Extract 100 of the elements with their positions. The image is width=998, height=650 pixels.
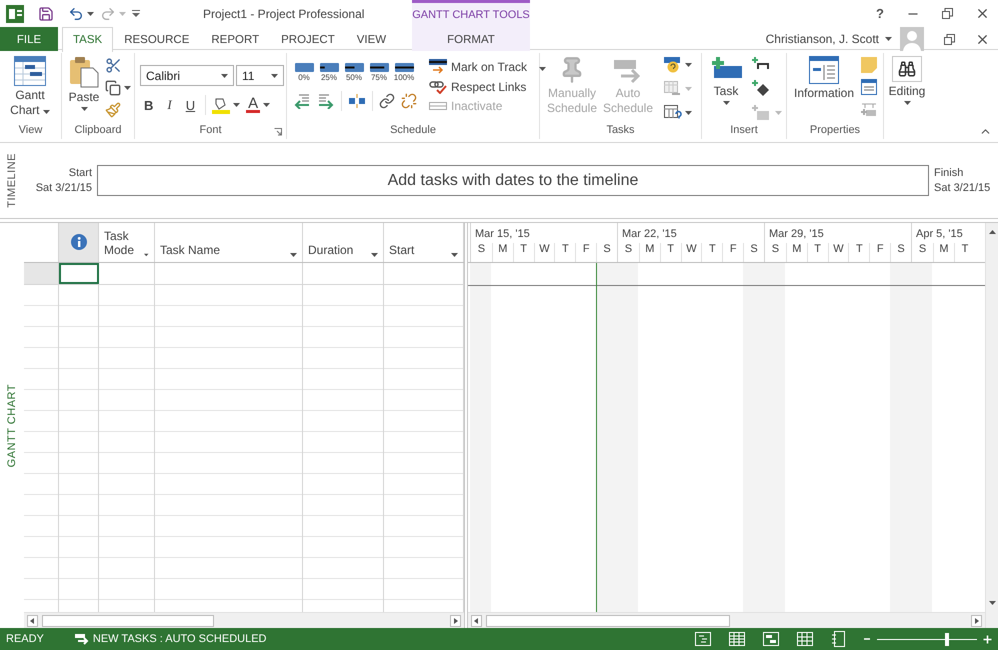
undo-button[interactable] [68, 6, 94, 22]
gantt-chart-label: GANTT CHART [6, 384, 18, 468]
day-label: T [512, 243, 534, 262]
caret-icon [119, 12, 126, 16]
start-date: Sat 3/21/15 [36, 182, 92, 194]
day-label: S [476, 243, 486, 257]
font-size-field[interactable]: 11 [236, 65, 284, 86]
account-name[interactable]: Christianson, J. Scott [766, 32, 892, 46]
week-label: Apr 5, '15 [915, 227, 964, 242]
respect-links-button[interactable]: Respect Links [427, 80, 528, 94]
task-calendar-button[interactable] [664, 105, 692, 121]
column-header[interactable] [59, 223, 99, 262]
scroll-left-button[interactable] [471, 614, 482, 626]
timeline-bar: Add tasks with dates to the timeline [97, 165, 929, 196]
clipboard-icon [69, 56, 99, 88]
calendar-arrow-icon [664, 81, 682, 97]
inactive-bar-icon [429, 101, 447, 111]
dialog-launcher-icon[interactable] [274, 128, 282, 136]
restore-icon[interactable] [942, 8, 953, 19]
day-label: T [701, 243, 722, 262]
bold-button[interactable]: B [140, 98, 158, 112]
scissors-icon[interactable] [105, 57, 122, 74]
scrollbar-thumb[interactable] [42, 614, 214, 626]
day-label: F [869, 243, 890, 262]
ribbon-tab[interactable]: REPORT [200, 27, 270, 51]
task-bar-icon [294, 63, 314, 72]
information-button[interactable]: Information [791, 53, 857, 101]
box-icon [752, 105, 772, 121]
italic-button[interactable]: I [163, 97, 176, 113]
app-logo-icon[interactable] [6, 4, 24, 22]
insert-task-button[interactable]: Task [706, 53, 746, 105]
zoom-thumb[interactable] [945, 632, 949, 646]
caret-icon [685, 87, 692, 91]
zoom-in-icon[interactable] [983, 634, 992, 644]
caret-icon [290, 253, 297, 257]
task-bar-icon [370, 63, 388, 72]
day-label: S [890, 243, 911, 262]
paste-button[interactable]: Paste [65, 53, 103, 111]
table-view-icon[interactable] [729, 632, 745, 646]
ribbon-tab[interactable]: FORMAT [412, 27, 530, 51]
percent-complete-button[interactable]: 75% [368, 63, 390, 82]
scroll-right-button[interactable] [971, 614, 982, 626]
team-planner-icon[interactable] [763, 632, 779, 646]
week-label: Mar 15, '15 [474, 227, 531, 242]
binoculars-icon [898, 60, 916, 78]
caret-icon [80, 107, 88, 111]
percent-complete-button[interactable]: 25% [318, 63, 340, 82]
ribbon-tab[interactable]: FILE [0, 27, 58, 51]
save-icon[interactable] [38, 6, 54, 22]
link-icon[interactable] [379, 93, 395, 109]
gantt-view-icon[interactable] [695, 632, 711, 646]
undo-icon [68, 6, 84, 22]
group-label: Properties [810, 124, 860, 138]
day-label: F [575, 243, 596, 262]
percent-complete-button[interactable]: 50% [343, 63, 365, 82]
ribbon-tab[interactable]: RESOURCE [113, 27, 200, 51]
ribbon-tab[interactable]: PROJECT [270, 27, 346, 51]
details-icon[interactable] [861, 79, 877, 95]
task-bar-icon [320, 63, 338, 72]
format-painter-icon[interactable] [105, 102, 121, 118]
selected-cell[interactable] [59, 263, 99, 284]
scroll-left-button[interactable] [27, 614, 38, 626]
task-question-icon [664, 57, 682, 73]
split-task-icon[interactable] [348, 94, 366, 108]
scrollbar-thumb[interactable] [486, 614, 730, 626]
underline-button[interactable]: U [182, 98, 200, 112]
summary-task-icon[interactable] [752, 57, 770, 71]
status-text: NEW TASKS : AUTO SCHEDULED [92, 633, 266, 645]
outdent-icon[interactable] [293, 93, 311, 109]
unlink-icon[interactable] [401, 93, 417, 109]
gantt-chart-button[interactable]: Gantt Chart [4, 53, 56, 118]
start-label: Start [68, 167, 92, 179]
font-color-button[interactable]: A [246, 97, 270, 113]
mark-on-track-button[interactable]: Mark on Track [427, 59, 548, 75]
percent-complete-button[interactable]: 0% [293, 63, 315, 82]
indent-icon[interactable] [317, 93, 335, 109]
day-label: S [770, 243, 780, 257]
day-label: M [933, 243, 954, 262]
day-label: W [534, 243, 554, 262]
day-label: T [660, 243, 681, 262]
copy-button[interactable] [105, 80, 131, 96]
percent-complete-button[interactable]: 100% [393, 63, 415, 82]
editing-button[interactable]: Editing [886, 53, 928, 105]
inspect-button[interactable] [664, 57, 692, 73]
report-view-icon[interactable] [831, 631, 845, 647]
ribbon-tab[interactable]: VIEW [346, 27, 398, 51]
font-name-field[interactable]: Calibri [140, 65, 234, 86]
window-title: Project1 - Project Professional [202, 6, 366, 20]
caret-icon [371, 253, 378, 257]
scroll-right-button[interactable] [450, 614, 461, 626]
day-label: T [554, 243, 576, 262]
ribbon-tab[interactable]: TASK [62, 27, 114, 52]
highlight-button[interactable] [212, 96, 240, 114]
grid-view-icon[interactable] [797, 632, 813, 646]
milestone-icon[interactable] [752, 80, 770, 96]
customize-toolbar-icon[interactable] [132, 10, 140, 17]
close-icon[interactable] [975, 6, 990, 21]
restore-icon[interactable] [944, 34, 955, 44]
help-button[interactable]: ? [876, 6, 884, 21]
timeline-label: TIMELINE [6, 153, 18, 208]
